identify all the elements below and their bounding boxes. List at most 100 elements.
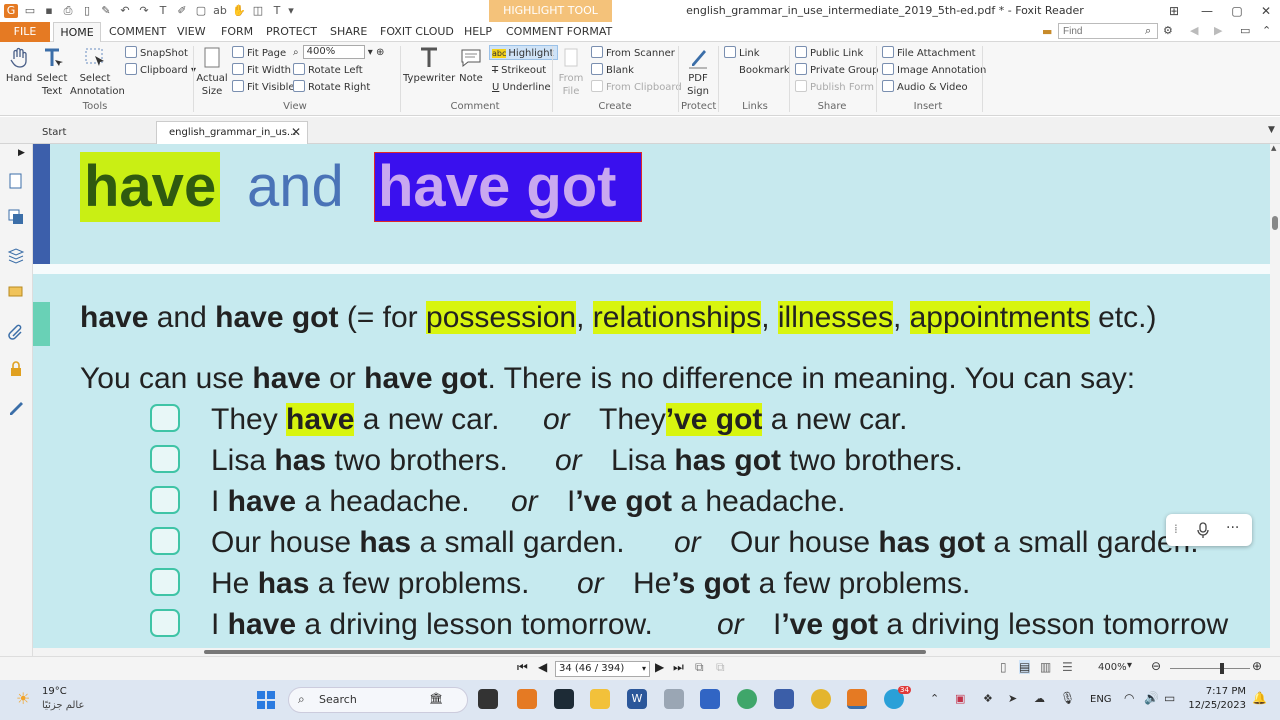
settings-app-icon[interactable] — [664, 689, 684, 709]
zoom-select[interactable]: 400% — [302, 45, 365, 59]
tab-help[interactable]: HELP — [464, 25, 492, 38]
layers-icon[interactable] — [7, 208, 25, 226]
clock-date[interactable]: 12/25/2023 — [1180, 700, 1246, 711]
zoom-out-icon[interactable]: ⊖ — [1151, 659, 1161, 673]
typewriter-qa-icon[interactable]: T — [156, 4, 170, 18]
pages-icon[interactable] — [7, 172, 25, 190]
bookmark-button[interactable]: Bookmark — [724, 63, 790, 78]
select-qa-icon[interactable]: ▢ — [194, 4, 208, 18]
word-app-icon[interactable]: W — [627, 689, 647, 709]
zoom-in-magnifier-icon[interactable]: ⊕ — [376, 47, 384, 58]
typewriter-button[interactable]: Typewriter — [403, 46, 455, 85]
zoom-dropdown-icon[interactable]: ▾ — [1127, 660, 1132, 671]
fit-visible-button[interactable]: Fit Visible — [232, 80, 295, 95]
public-link-button[interactable]: Public Link — [795, 46, 863, 61]
terminal-app-icon[interactable] — [554, 689, 574, 709]
file-attachment-button[interactable]: File Attachment — [882, 46, 976, 61]
undo-icon[interactable]: ↶ — [118, 4, 132, 18]
fit-page-button[interactable]: Fit Page — [232, 46, 286, 61]
input-language[interactable]: ENG — [1090, 694, 1112, 705]
zoom-in-icon[interactable]: ⊕ — [1252, 659, 1262, 673]
zoom-slider-handle[interactable] — [1220, 663, 1224, 674]
actual-size-button[interactable]: Actual Size — [196, 46, 228, 98]
forward-arrow-icon[interactable]: ▶ — [1214, 24, 1222, 37]
send-icon[interactable]: ➤ — [1008, 692, 1017, 705]
private-group-button[interactable]: Private Group — [795, 63, 879, 78]
chrome-app-icon[interactable] — [811, 689, 831, 709]
tab-start[interactable]: Start — [30, 123, 150, 144]
zoom-out-magnifier-icon[interactable]: ⌕ — [293, 47, 299, 58]
stack-icon[interactable] — [7, 246, 25, 264]
continuous-view-icon[interactable]: ▤ — [1019, 660, 1031, 674]
minimize-button[interactable]: — — [1196, 2, 1218, 20]
continuous-facing-view-icon[interactable]: ☰ — [1062, 660, 1073, 674]
signature-icon[interactable] — [7, 398, 25, 416]
volume-icon[interactable]: 🔊 — [1144, 691, 1159, 705]
open-file-icon[interactable]: ▯ — [80, 4, 94, 18]
close-tab-icon[interactable]: ✕ — [291, 122, 301, 143]
abc-icon[interactable]: ab — [213, 4, 227, 18]
save-icon[interactable]: ▪ — [42, 4, 56, 18]
find-input[interactable] — [1058, 23, 1158, 39]
text-qa-icon[interactable]: T — [270, 4, 284, 18]
tab-home[interactable]: HOME — [53, 22, 101, 43]
clock-time[interactable]: 7:17 PM — [1190, 686, 1246, 697]
last-page-icon[interactable]: ⏭ — [673, 660, 684, 675]
store-app-icon[interactable] — [700, 689, 720, 709]
link-button[interactable]: Link — [724, 46, 759, 61]
comments-icon[interactable] — [7, 284, 25, 302]
next-view-icon[interactable]: ⧉ — [716, 660, 725, 675]
zoom-percentage[interactable]: 400% — [1098, 662, 1127, 673]
snapshot-button[interactable]: SnapShot — [125, 46, 188, 61]
previous-page-icon[interactable]: ◀ — [538, 660, 547, 674]
next-page-icon[interactable]: ▶ — [655, 660, 664, 674]
tray-app-icon[interactable]: ▣ — [955, 692, 965, 705]
facing-view-icon[interactable]: ▥ — [1040, 660, 1051, 674]
rotate-left-button[interactable]: Rotate Left — [293, 63, 363, 78]
expand-icon[interactable]: ⌃ — [1262, 24, 1271, 37]
underline-button[interactable]: U Underline — [492, 80, 551, 95]
tab-current-document[interactable]: english_grammar_in_us... ✕ — [156, 121, 308, 144]
weather-temperature[interactable]: 19°C — [42, 686, 67, 697]
clipboard-button[interactable]: Clipboard ▾ — [125, 63, 196, 78]
tab-comment-format[interactable]: COMMENT FORMAT — [506, 25, 612, 38]
select-text-button[interactable]: Select Text — [36, 46, 68, 98]
grip-icon[interactable]: ⁞ — [1174, 522, 1178, 536]
tab-comment[interactable]: COMMENT — [109, 25, 166, 38]
restore-icon[interactable]: ▭ — [1240, 24, 1250, 37]
highlight-button[interactable]: abc Highlight — [489, 45, 558, 60]
image-annotation-button[interactable]: Image Annotation — [882, 63, 986, 78]
folder-search-icon[interactable]: ▬ — [1042, 25, 1052, 38]
tab-form[interactable]: FORM — [221, 25, 253, 38]
first-page-icon[interactable]: ⏮ — [517, 660, 528, 675]
more-options-icon[interactable]: ··· — [1226, 520, 1239, 536]
zoom-slider-track[interactable] — [1170, 668, 1250, 669]
tab-file[interactable]: FILE — [0, 22, 50, 42]
wifi-icon[interactable]: ◠ — [1124, 691, 1134, 705]
maximize-button[interactable]: ▢ — [1226, 2, 1248, 20]
battery-icon[interactable]: ▭ — [1164, 691, 1175, 705]
foxit-app-icon[interactable] — [517, 689, 537, 709]
from-clipboard-button[interactable]: From Clipboard — [591, 80, 682, 95]
customize-qa-icon[interactable]: ▾ — [284, 4, 298, 18]
print-icon[interactable]: ⎙ — [61, 4, 75, 18]
scroll-up-icon[interactable]: ▲ — [1271, 144, 1276, 152]
tray-overflow-icon[interactable]: ⌃ — [930, 692, 939, 705]
notification-bell-icon[interactable]: 🔔 — [1252, 691, 1267, 705]
remote-app-icon[interactable] — [774, 689, 794, 709]
tab-view[interactable]: VIEW — [177, 25, 206, 38]
snapshot-qa-icon[interactable]: ◫ — [251, 4, 265, 18]
search-icon[interactable]: ⌕ — [1145, 24, 1151, 38]
weather-icon[interactable]: ☀ — [16, 689, 30, 708]
microphone-tray-icon[interactable]: 🎙 — [1060, 691, 1075, 705]
foxit-active-app-icon[interactable] — [847, 689, 867, 709]
edge-app-icon[interactable] — [737, 689, 757, 709]
strikeout-button[interactable]: T Strikeout — [492, 63, 546, 78]
horizontal-scroll-thumb[interactable] — [204, 650, 926, 654]
pen-icon[interactable]: ✐ — [175, 4, 189, 18]
windows-start-icon[interactable] — [256, 690, 276, 710]
settings-gear-icon[interactable]: ⚙ — [1163, 24, 1173, 37]
single-page-view-icon[interactable]: ▯ — [1000, 660, 1007, 674]
task-view-icon[interactable] — [478, 689, 498, 709]
tab-protect[interactable]: PROTECT — [266, 25, 317, 38]
